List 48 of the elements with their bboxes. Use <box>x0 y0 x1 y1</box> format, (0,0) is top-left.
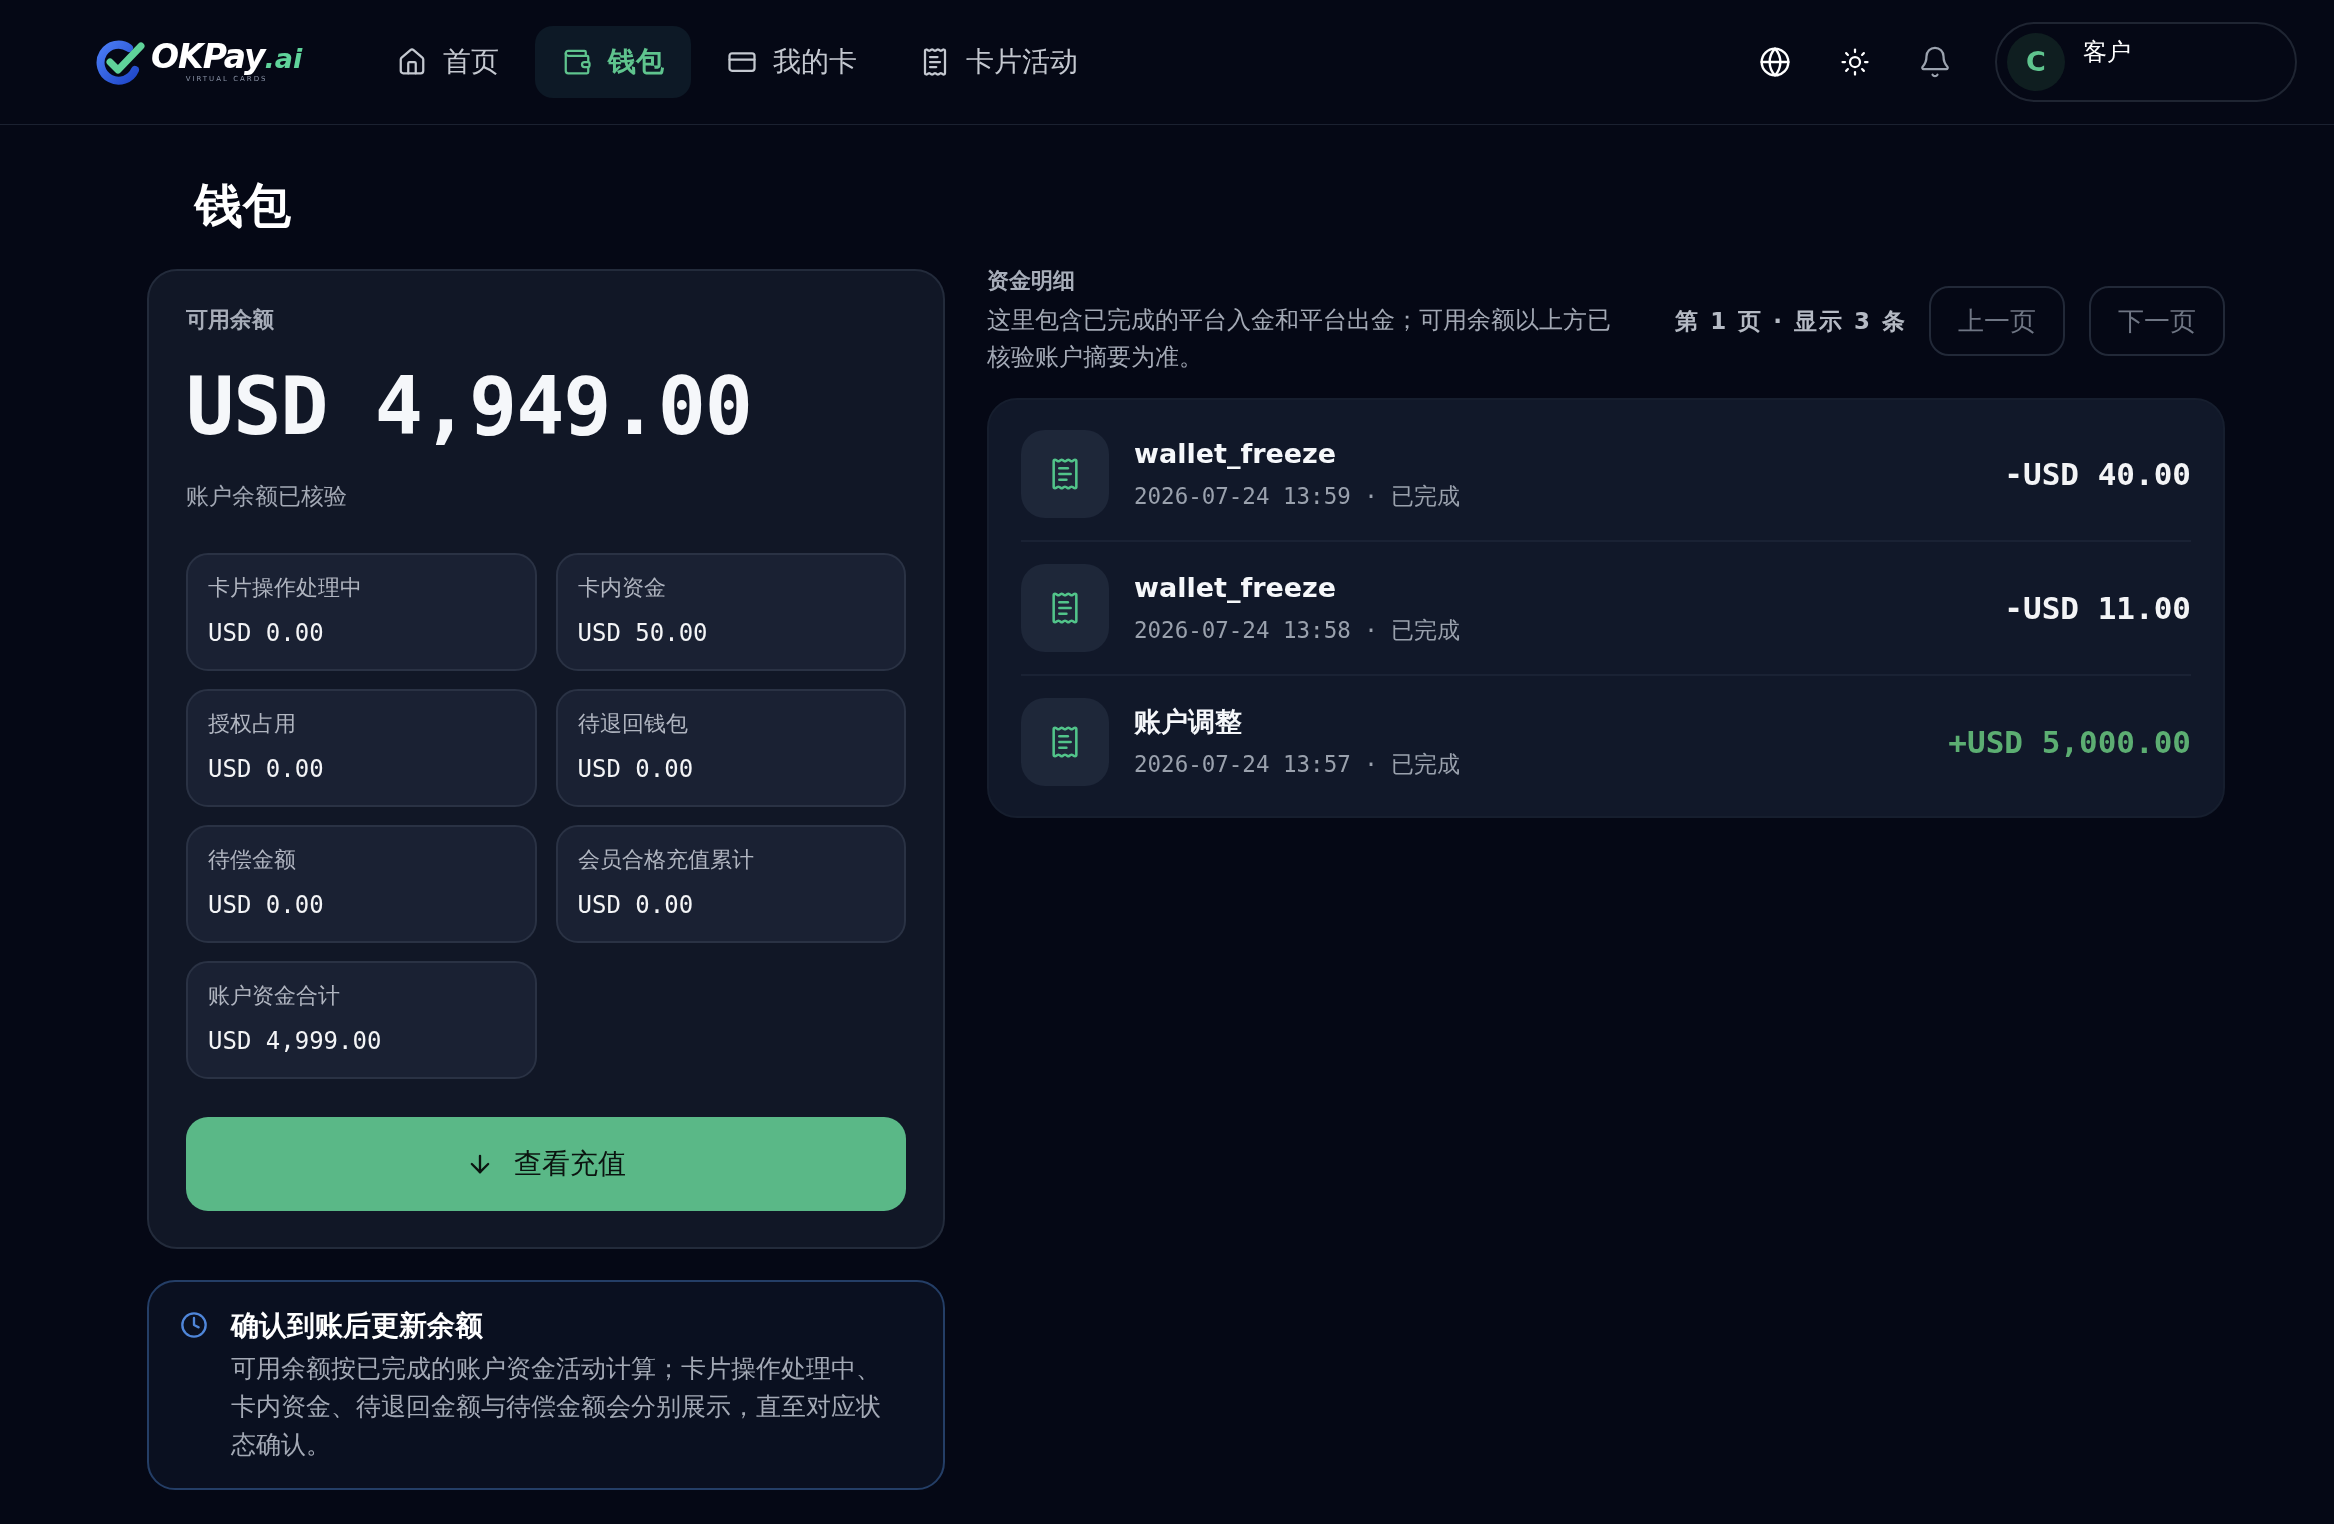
balance-amount: USD 4,949.00 <box>186 367 752 447</box>
entry-title: wallet_freeze <box>1134 571 1337 605</box>
page-title: 钱包 <box>195 177 291 233</box>
item-value: USD 0.00 <box>577 890 694 920</box>
item-label: 授权占用 <box>208 710 296 738</box>
entry-amount: +USD 5,000.00 <box>1948 722 2191 762</box>
item-value: USD 0.00 <box>208 754 324 784</box>
item-value: USD 0.00 <box>577 754 694 784</box>
nav-tab[interactable]: 钱包 <box>535 26 692 98</box>
user-menu[interactable]: C 客户 <box>1995 22 2297 102</box>
ledger-description: 这里包含已完成的平台入金和平台出金；可用余额以上方已核验账户摘要为准。 <box>987 305 1612 373</box>
item-label: 卡片操作处理中 <box>208 574 362 602</box>
item-value: USD 50.00 <box>577 618 708 648</box>
item-label: 账户资金合计 <box>208 982 340 1010</box>
user-name: 客户 <box>2083 37 2131 68</box>
item-label: 卡内资金 <box>577 574 666 602</box>
entry-amount: -USD 11.00 <box>2004 588 2191 628</box>
item-label: 会员合格充值累计 <box>577 846 754 874</box>
view-topup-button[interactable]: 查看充值 <box>186 1117 906 1211</box>
balance-label: 可用余额 <box>186 306 274 334</box>
item-label: 待偿金额 <box>208 846 296 874</box>
logo-wordmark: OKPay <box>151 40 265 73</box>
nav-tab[interactable]: 卡片活动 <box>893 26 1106 98</box>
clock-icon <box>180 1311 208 1339</box>
logo-suffix: .ai <box>264 45 303 72</box>
entry-meta: 2026-07-24 13:58 · 已完成 <box>1134 616 1461 645</box>
globe-icon <box>1759 46 1791 78</box>
page-info: 第 1 页 · 显示 3 条 <box>1675 306 1907 336</box>
item-value: USD 4,999.00 <box>208 1026 382 1056</box>
ledger-title: 资金明细 <box>987 268 1075 294</box>
wallet-icon <box>562 47 593 77</box>
entry-meta: 2026-07-24 13:59 · 已完成 <box>1134 482 1461 511</box>
sun-icon <box>1840 47 1870 77</box>
nav-tab[interactable]: 首页 <box>370 26 527 98</box>
entry-title: 账户调整 <box>1134 705 1242 739</box>
notice-body: 可用余额按已完成的账户资金活动计算；卡片操作处理中、卡内资金、待退回金额与待偿金额会分别展示，直至对应状态确认。 <box>231 1353 882 1461</box>
entry-meta: 2026-07-24 13:57 · 已完成 <box>1134 750 1461 779</box>
entry-amount: -USD 40.00 <box>2004 454 2191 494</box>
item-value: USD 0.00 <box>208 618 324 648</box>
nav-tab[interactable]: 我的卡 <box>700 26 885 98</box>
notice-title: 确认到账后更新余额 <box>231 1308 483 1344</box>
balance-note: 账户余额已核验 <box>186 482 347 511</box>
entry-title: wallet_freeze <box>1134 437 1337 471</box>
avatar-initial: C <box>2007 33 2065 91</box>
logo-icon <box>95 38 147 86</box>
item-value: USD 0.00 <box>208 890 324 920</box>
item-label: 待退回钱包 <box>577 710 688 738</box>
bell-icon <box>1918 45 1952 79</box>
